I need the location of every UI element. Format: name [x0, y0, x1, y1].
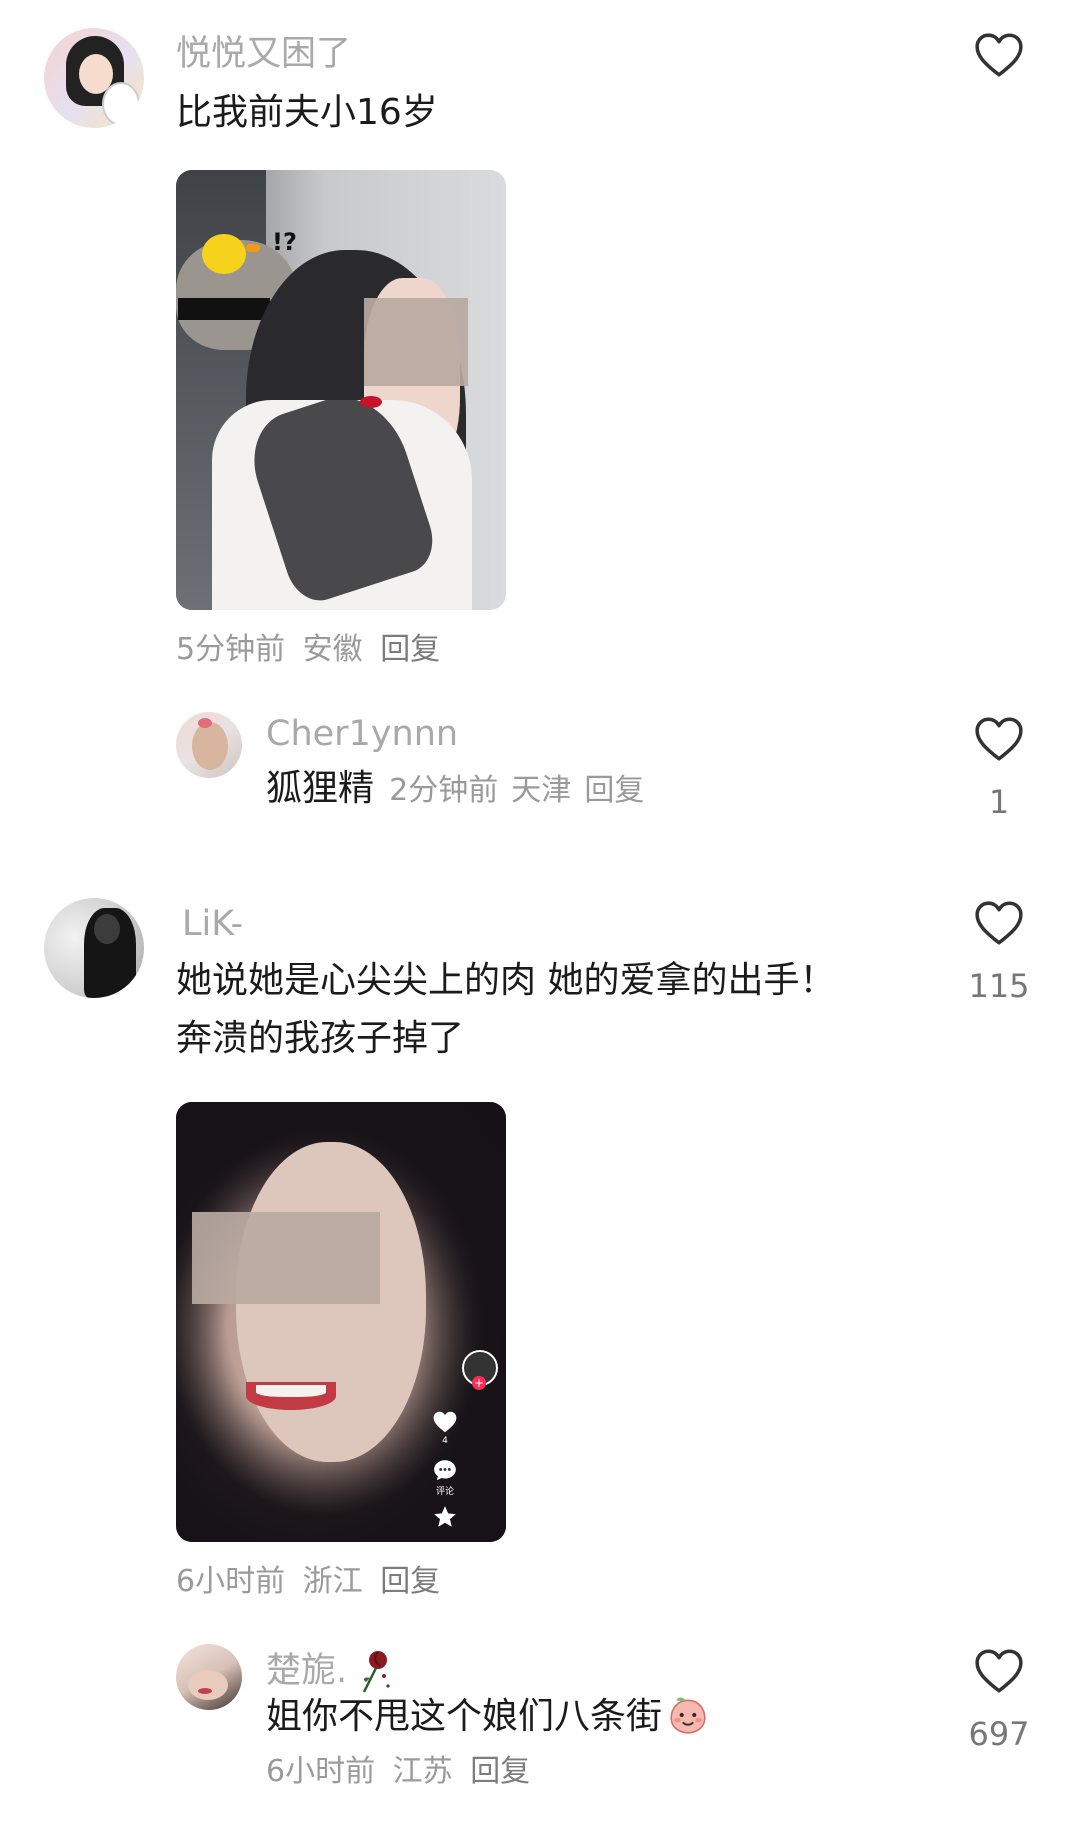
avatar[interactable] — [176, 712, 242, 778]
follow-plus-icon[interactable]: + — [472, 1376, 486, 1390]
reply-meta: 6小时前 江苏 回复 — [266, 1752, 530, 1792]
comment-text-line-2: 奔溃的我孩子掉了 — [176, 1018, 465, 1059]
like-heart-icon[interactable] — [974, 1648, 1024, 1694]
like-heart-icon[interactable] — [974, 716, 1024, 762]
reply-button[interactable]: 回复 — [470, 1754, 530, 1789]
comment-location: 浙江 — [302, 1564, 363, 1599]
overlay-like-count: 4 — [442, 1436, 448, 1446]
comment-username[interactable]: LiK- — [182, 904, 243, 944]
reply-body-line: 狐狸精 2分钟前 天津 回复 — [266, 760, 644, 818]
like-heart-icon[interactable] — [974, 900, 1024, 946]
comment-photo[interactable]: + 4 评论 — [176, 1102, 506, 1542]
peach-emoji-icon — [670, 1697, 706, 1734]
rose-icon — [363, 1651, 390, 1693]
reply-button[interactable]: 回复 — [380, 1564, 440, 1599]
reply-text: 狐狸精 — [266, 768, 375, 809]
like-count: 697 — [968, 1715, 1030, 1753]
overlay-comment-icon[interactable] — [432, 1458, 458, 1482]
reply-location: 江苏 — [392, 1754, 453, 1789]
avatar[interactable] — [44, 898, 144, 998]
like-heart-icon[interactable] — [974, 32, 1024, 78]
comment-location: 安徽 — [302, 632, 363, 667]
comment-item: 悦悦又困了 比我前夫小16岁 !? 5分钟前 安徽 回复 — [0, 0, 1080, 680]
comment-username[interactable]: 悦悦又困了 — [176, 34, 351, 74]
reply-time: 6小时前 — [266, 1754, 376, 1789]
comment-text: 比我前夫小16岁 — [176, 92, 438, 133]
reply-item: Cher1ynnn 狐狸精 2分钟前 天津 回复 1 — [0, 700, 1080, 830]
avatar[interactable] — [44, 28, 144, 128]
duck-sticker — [202, 234, 246, 274]
reply-username[interactable]: Cher1ynnn — [266, 714, 458, 754]
reply-text: 姐你不甩这个娘们八条街 — [266, 1696, 663, 1737]
avatar[interactable] — [176, 1644, 242, 1710]
sunglasses — [178, 298, 270, 320]
overlay-heart-icon[interactable] — [432, 1410, 458, 1434]
comment-photo[interactable]: !? — [176, 170, 506, 610]
face-mosaic — [192, 1212, 380, 1304]
reply-username-row: 楚旎. — [266, 1646, 394, 1694]
comment-text-line-1: 她说她是心尖尖上的肉 她的爱拿的出手！ — [176, 960, 836, 1001]
reply-button[interactable]: 回复 — [380, 632, 440, 667]
reply-item: 楚旎. 姐你不甩这个娘们八条街 6小时前 江苏 回复 697 — [0, 1630, 1080, 1826]
reply-button[interactable]: 回复 — [584, 773, 644, 808]
comment-meta: 6小时前 浙江 回复 — [176, 1562, 440, 1602]
reply-location: 天津 — [511, 773, 572, 808]
overlay-star-icon[interactable] — [432, 1504, 458, 1530]
reply-username[interactable]: 楚旎. — [266, 1651, 347, 1691]
comment-time: 5分钟前 — [176, 632, 286, 667]
comment-item: LiK- 她说她是心尖尖上的肉 她的爱拿的出手！ 奔溃的我孩子掉了 115 + … — [0, 880, 1080, 1620]
comment-time: 6小时前 — [176, 1564, 286, 1599]
reply-text-row: 姐你不甩这个娘们八条街 — [266, 1688, 709, 1746]
like-count: 1 — [988, 783, 1010, 821]
like-count: 115 — [968, 967, 1030, 1005]
face-mosaic — [364, 298, 468, 386]
overlay-comment-label: 评论 — [435, 1487, 454, 1497]
reply-time: 2分钟前 — [389, 773, 499, 808]
comment-meta: 5分钟前 安徽 回复 — [176, 630, 440, 670]
